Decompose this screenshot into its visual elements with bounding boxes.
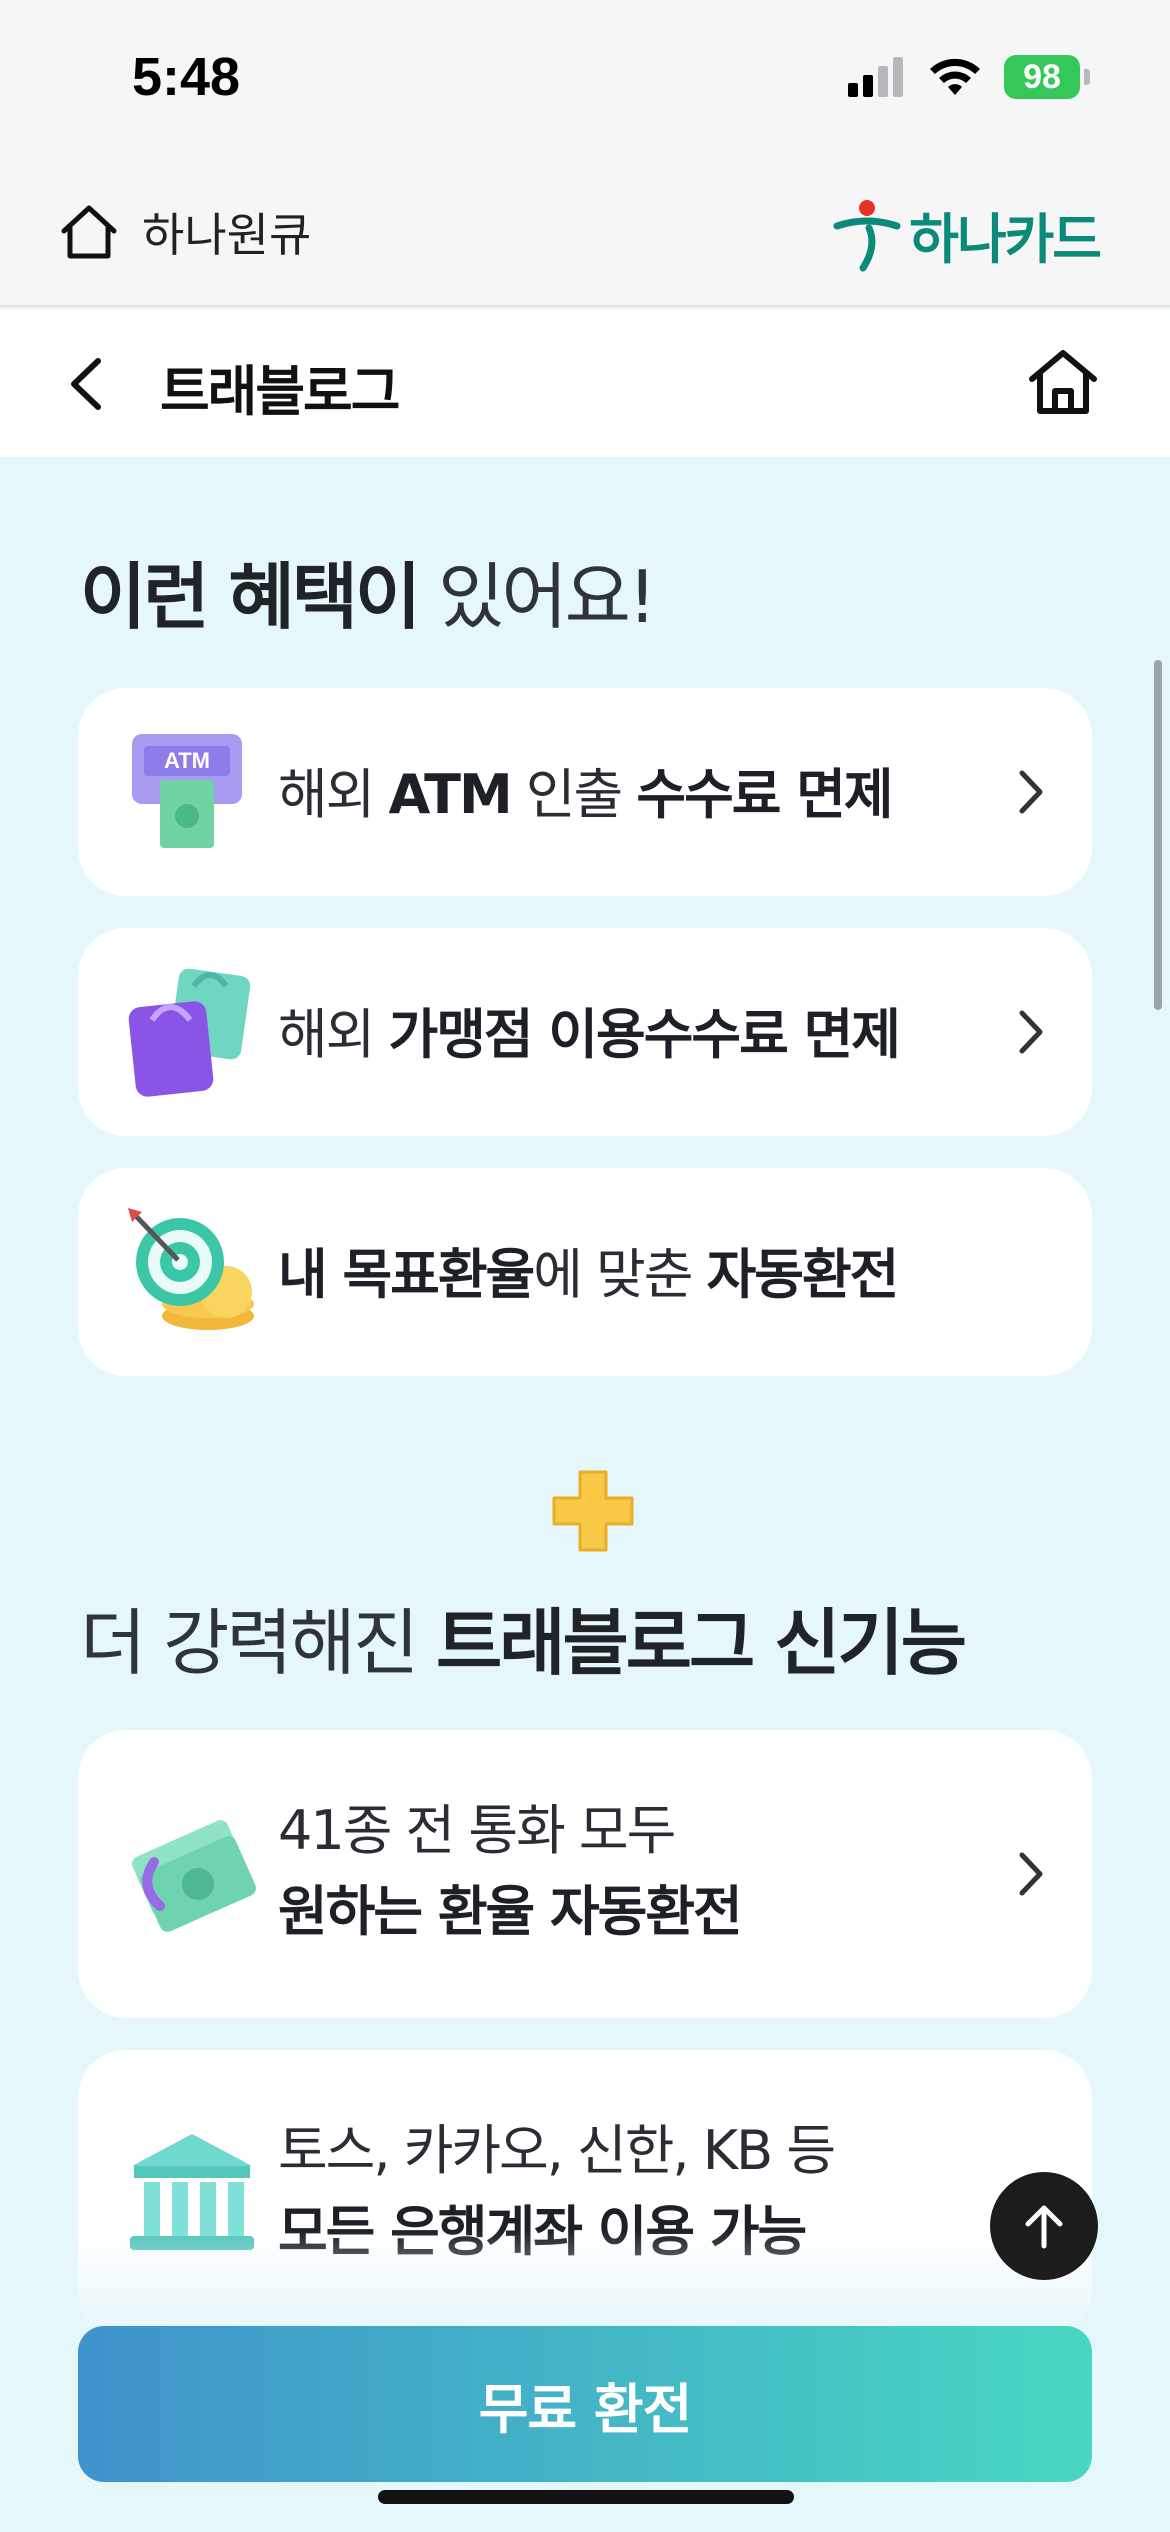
house-icon	[61, 205, 117, 259]
feature-bank-line1: 토스, 카카오, 신한, KB 등	[278, 2119, 836, 2182]
svg-text:ATM: ATM	[164, 748, 210, 773]
status-icons: 98	[848, 52, 1090, 102]
cellular-signal-icon	[848, 57, 903, 97]
feature-currency-line1: 41종 전 통화 모두	[278, 1799, 676, 1862]
battery-indicator: 98	[1004, 55, 1080, 99]
chevron-right-icon	[1019, 1010, 1043, 1054]
features-title-light: 더 강력해진	[80, 1601, 436, 1685]
benefits-title-light: 있어요!	[418, 555, 657, 639]
scroll-to-top-button[interactable]	[990, 2172, 1098, 2280]
brand-name: 하나카드	[909, 208, 1102, 271]
feature-currency-text: 41종 전 통화 모두 원하는 환율 자동환전	[278, 1790, 743, 1952]
money-exchange-icon	[132, 1820, 256, 1932]
benefit-card-atm[interactable]: ATM 해외 ATM 인출 수수료 면제	[78, 688, 1092, 896]
nav-bar: 트래블로그	[0, 309, 1170, 457]
benefit-atm-part-3: 인출	[510, 763, 637, 826]
app-header: 하나원큐 하나카드	[0, 165, 1170, 307]
benefit-card-target-rate[interactable]: 내 목표환율에 맞춘 자동환전	[78, 1168, 1092, 1376]
benefit-atm-part-1: 해외	[278, 763, 389, 826]
page-title: 트래블로그	[160, 360, 400, 423]
benefit-atm-part-2: ATM	[388, 763, 513, 826]
benefit-merchant-part-2: 가맹점 이용수수료 면제	[388, 1003, 901, 1066]
benefit-atm-part-4: 수수료 면제	[636, 763, 893, 826]
benefits-title-bold: 이런 혜택이	[80, 555, 421, 639]
benefit-target-part-1: 내 목표환율	[278, 1243, 535, 1306]
status-time: 5:48	[132, 47, 241, 107]
arrow-up-icon	[1025, 2205, 1063, 2249]
chevron-right-icon	[1019, 1852, 1043, 1896]
wifi-icon	[930, 58, 980, 95]
benefit-target-part-3: 자동환전	[706, 1243, 900, 1306]
hana-logo-icon	[833, 199, 901, 271]
feature-currency-line2: 원하는 환율 자동환전	[278, 1880, 743, 1943]
benefit-target-part-2: 에 맞춘	[533, 1243, 707, 1306]
shopping-bags-icon	[128, 968, 251, 1097]
atm-icon: ATM	[132, 734, 242, 848]
status-bar: 5:48 98	[0, 0, 1170, 165]
features-title-bold: 트래블로그 신기능	[435, 1601, 967, 1685]
target-coins-icon	[128, 1208, 254, 1330]
benefits-title: 이런 혜택이 있어요!	[80, 538, 657, 643]
features-title: 더 강력해진 트래블로그 신기능	[80, 1584, 967, 1689]
battery-tip	[1084, 69, 1090, 85]
home-indicator	[378, 2490, 794, 2504]
scrollbar[interactable]	[1154, 660, 1162, 1010]
home-icon[interactable]	[1026, 345, 1100, 419]
benefit-target-text: 내 목표환율에 맞춘 자동환전	[278, 1234, 900, 1315]
benefit-merchant-text: 해외 가맹점 이용수수료 면제	[278, 994, 901, 1075]
plus-icon	[552, 1470, 634, 1552]
free-exchange-button[interactable]: 무료 환전	[78, 2326, 1092, 2482]
feature-card-currency[interactable]: 41종 전 통화 모두 원하는 환율 자동환전	[78, 1730, 1092, 2018]
benefit-merchant-part-1: 해외	[278, 1003, 389, 1066]
hanaone-home-link[interactable]: 하나원큐	[58, 199, 311, 265]
hanaone-label: 하나원큐	[142, 208, 312, 262]
hanacard-logo: 하나카드	[833, 195, 1102, 274]
benefit-atm-text: 해외 ATM 인출 수수료 면제	[278, 754, 894, 835]
benefit-card-merchant[interactable]: 해외 가맹점 이용수수료 면제	[78, 928, 1092, 1136]
back-chevron-icon[interactable]	[58, 349, 118, 419]
chevron-right-icon	[1019, 770, 1043, 814]
